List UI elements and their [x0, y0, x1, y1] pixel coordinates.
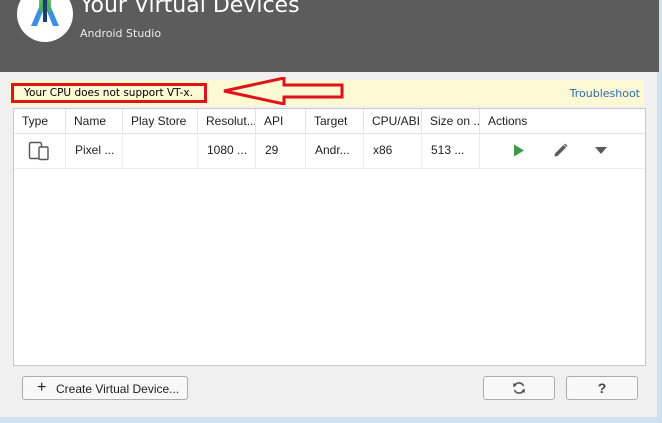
device-table: Type Name Play Store Resolut... API Targ… — [13, 108, 646, 366]
android-studio-logo-icon — [17, 0, 73, 42]
device-cpu-abi: x86 — [364, 133, 422, 168]
column-header-name[interactable]: Name — [66, 109, 123, 133]
column-header-cpu-abi[interactable]: CPU/ABI — [364, 109, 422, 133]
page-subtitle: Android Studio — [80, 27, 162, 40]
device-actions — [480, 133, 645, 168]
window-frame-bottom — [0, 417, 662, 423]
device-name: Pixel ... — [66, 133, 123, 168]
device-size: 513 ... — [422, 133, 480, 168]
column-header-actions[interactable]: Actions — [480, 109, 645, 133]
pencil-icon[interactable] — [553, 143, 568, 158]
dialog-header: Your Virtual Devices Android Studio — [0, 0, 659, 72]
page-title: Your Virtual Devices — [80, 0, 300, 18]
device-type-cell — [14, 133, 66, 168]
create-virtual-device-button[interactable]: + Create Virtual Device... — [22, 376, 188, 400]
phone-tablet-icon — [28, 141, 49, 161]
table-row[interactable]: Pixel ... 1080 ... 29 Andr... x86 513 ..… — [14, 133, 645, 169]
device-target: Andr... — [306, 133, 364, 168]
play-icon[interactable] — [513, 144, 525, 157]
help-button[interactable]: ? — [566, 376, 638, 400]
refresh-icon — [513, 382, 525, 394]
column-header-type[interactable]: Type — [14, 109, 66, 133]
plus-icon: + — [37, 379, 47, 396]
column-header-target[interactable]: Target — [306, 109, 364, 133]
column-header-resolution[interactable]: Resolut... — [198, 109, 256, 133]
column-header-api[interactable]: API — [256, 109, 306, 133]
warning-highlight-box — [11, 83, 207, 103]
table-header: Type Name Play Store Resolut... API Targ… — [14, 109, 645, 134]
dropdown-arrow-icon[interactable] — [595, 147, 607, 154]
refresh-button[interactable] — [483, 376, 555, 400]
red-arrow-annotation — [223, 77, 344, 105]
device-resolution: 1080 ... — [198, 133, 256, 168]
create-virtual-device-label: Create Virtual Device... — [56, 382, 180, 396]
device-play-store — [123, 133, 198, 168]
troubleshoot-link[interactable]: Troubleshoot — [570, 87, 640, 100]
column-header-play-store[interactable]: Play Store — [123, 109, 198, 133]
help-question-label: ? — [597, 380, 607, 396]
column-header-size[interactable]: Size on ... — [422, 109, 480, 133]
device-api: 29 — [256, 133, 306, 168]
